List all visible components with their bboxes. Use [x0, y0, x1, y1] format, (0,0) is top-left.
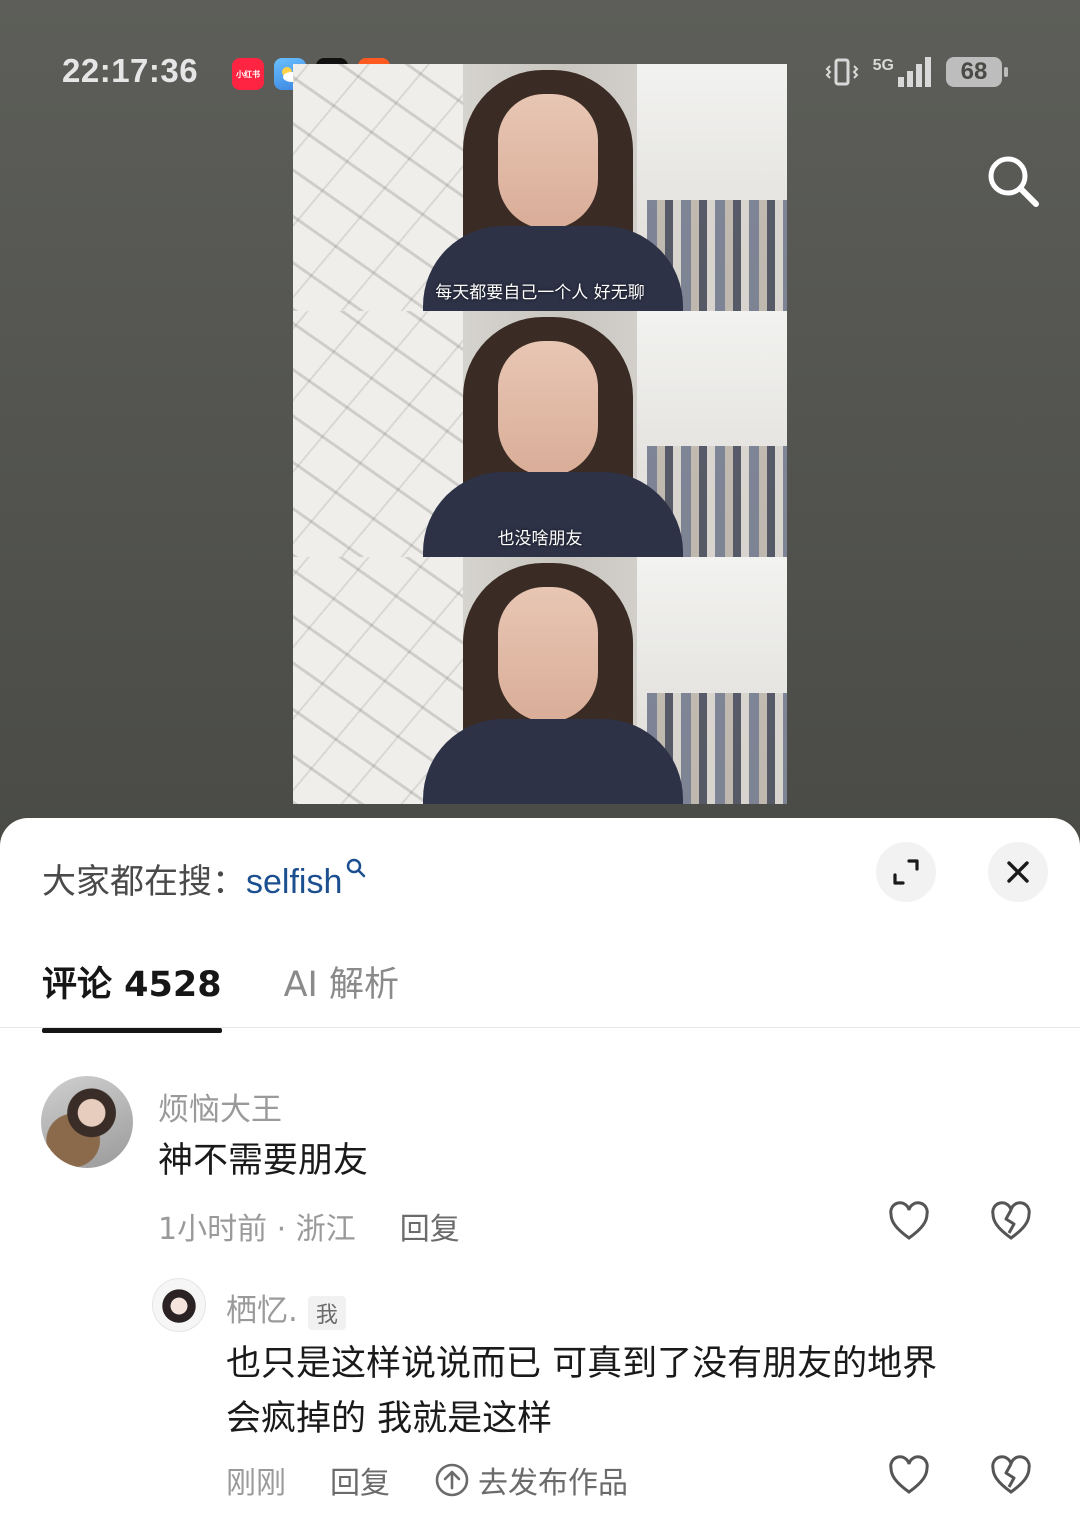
- signal-5g-icon: 5G: [873, 57, 932, 87]
- reply-username[interactable]: 栖忆.: [226, 1293, 298, 1329]
- reply-text: 也只是这样说说而已 可真到了没有朋友的地界 会疯掉的 我就是这样: [226, 1337, 937, 1447]
- xiaohongshu-app-icon: 小红书: [232, 58, 264, 90]
- divider: [0, 1027, 1080, 1028]
- hot-search-term[interactable]: selfish: [246, 863, 342, 902]
- dislike-icon[interactable]: [989, 1200, 1033, 1244]
- reply-time: 刚刚: [226, 1466, 286, 1501]
- like-icon[interactable]: [887, 1200, 931, 1244]
- upload-icon: [435, 1463, 469, 1497]
- search-icon: [347, 858, 366, 878]
- battery-indicator: 68: [946, 57, 1008, 87]
- status-indicators: 5G 68: [825, 56, 1008, 88]
- video-preview[interactable]: 每天都要自己一个人 好无聊 也没啥朋友: [293, 64, 787, 804]
- avatar[interactable]: [41, 1076, 133, 1168]
- close-icon: [1007, 861, 1029, 883]
- status-time: 22:17:36: [62, 52, 199, 89]
- dislike-icon[interactable]: [989, 1454, 1033, 1498]
- comment-tabs: 评论 4528 AI 解析: [42, 956, 399, 1033]
- person-face: [498, 94, 598, 229]
- publish-work-button[interactable]: 去发布作品: [434, 1458, 628, 1502]
- reply-button[interactable]: 回复: [330, 1458, 390, 1502]
- close-button[interactable]: [988, 842, 1048, 902]
- video-frame-3: [293, 557, 787, 804]
- video-caption: 每天都要自己一个人 好无聊: [435, 282, 645, 303]
- vibrate-icon: [825, 58, 859, 86]
- publish-work-label: 去发布作品: [478, 1466, 628, 1501]
- video-frame-1: 每天都要自己一个人 好无聊: [293, 64, 787, 311]
- video-caption: 也没啥朋友: [497, 529, 583, 550]
- hot-search-prefix: 大家都在搜：: [42, 862, 246, 902]
- video-frame-2: 也没啥朋友: [293, 310, 787, 558]
- expand-button[interactable]: [876, 842, 936, 902]
- comment-sheet: 大家都在搜： selfish 评论 4528 AI 解析 烦恼大王 神不需要朋友…: [0, 818, 1080, 1519]
- comment-text: 神不需要朋友: [158, 1141, 369, 1181]
- expand-icon: [893, 859, 919, 885]
- me-badge: 我: [307, 1295, 346, 1330]
- reply-text-line: 也只是这样说说而已 可真到了没有朋友的地界: [226, 1344, 938, 1384]
- reply-text-line: 会疯掉的 我就是这样: [226, 1399, 553, 1439]
- tab-ai-analysis[interactable]: AI 解析: [284, 956, 399, 1033]
- reply-button[interactable]: 回复: [400, 1204, 460, 1248]
- like-icon[interactable]: [887, 1454, 931, 1498]
- reply-meta: 刚刚 回复 去发布作品: [226, 1458, 628, 1502]
- comment-time-location: 1小时前 · 浙江: [158, 1212, 356, 1247]
- comment-username[interactable]: 烦恼大王: [158, 1084, 282, 1129]
- hot-search[interactable]: 大家都在搜： selfish: [42, 854, 368, 903]
- person-face: [498, 340, 598, 476]
- search-icon[interactable]: [984, 152, 1042, 210]
- tab-comments[interactable]: 评论 4528: [42, 956, 222, 1033]
- reply-username-row: 栖忆. 我: [226, 1285, 346, 1330]
- comment-meta: 1小时前 · 浙江 回复: [158, 1204, 460, 1248]
- person-face: [498, 587, 598, 723]
- avatar[interactable]: [152, 1278, 206, 1332]
